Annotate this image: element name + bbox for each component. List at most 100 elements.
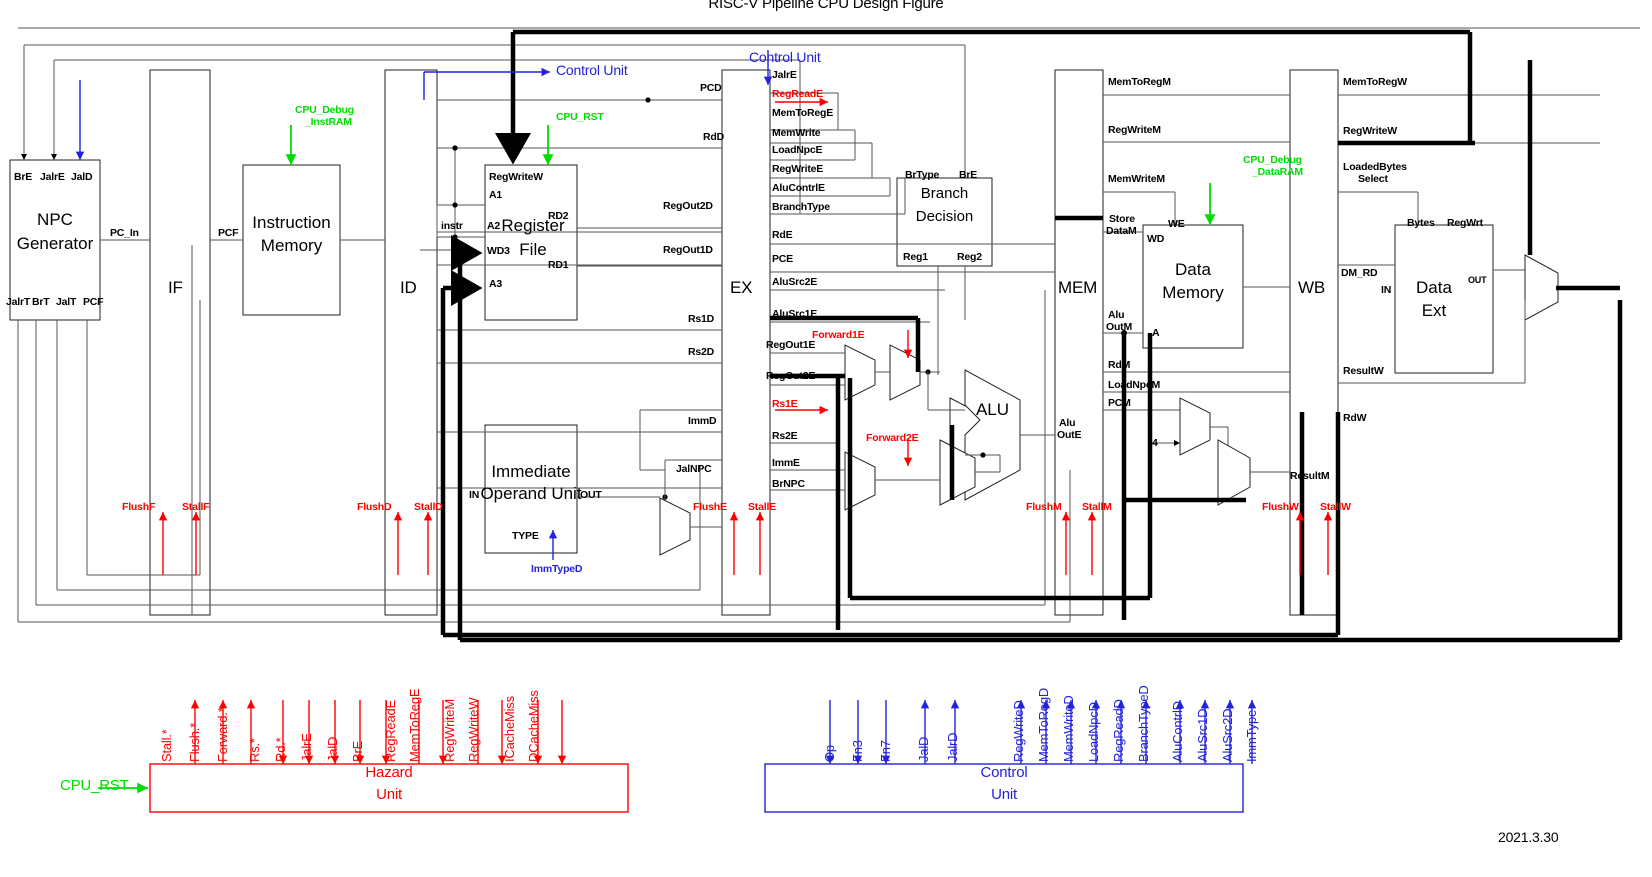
port-imm-in: IN: [469, 489, 480, 501]
hazard-in-regreade: RegReadE: [383, 700, 398, 762]
cpu-rst-hazard: CPU_RST: [60, 777, 129, 794]
signal-forward2e: Forward2E: [866, 432, 919, 444]
control-out-jald: JalD: [916, 736, 931, 762]
bus-rde: RdE: [772, 229, 793, 241]
data-ext-line1: Data: [1416, 278, 1452, 297]
port-bre: BrE: [14, 171, 33, 183]
bus-pcm: PCM: [1108, 397, 1131, 409]
bus-regwritew: RegWriteW: [1343, 125, 1398, 137]
hazard-out-forward: Forward.*: [215, 707, 230, 762]
port-we: WE: [1168, 218, 1185, 230]
data-memory-line2: Memory: [1162, 283, 1224, 302]
port-regwritew-rf: RegWriteW: [489, 171, 544, 183]
control-unit-line1: Control: [980, 764, 1028, 781]
signal-immtyped: ImmTypeD: [531, 563, 583, 575]
instruction-memory-line2: Memory: [260, 236, 323, 255]
hazard-unit-line2: Unit: [376, 786, 402, 803]
bus-memtoregm: MemToRegM: [1108, 76, 1171, 88]
control-unit-line2: Unit: [991, 786, 1017, 803]
control-in-fn3: Fn3: [850, 740, 865, 762]
port-jalrt: JalrT: [6, 296, 31, 308]
branch-decision-line2: Decision: [915, 208, 974, 225]
port-out-dataext: OUT: [1468, 275, 1487, 285]
control-out-memtoregd: MemToRegD: [1036, 687, 1051, 762]
signal-flushf: FlushF: [122, 501, 156, 513]
hazard-in-regwritew: RegWriteW: [466, 697, 481, 762]
bus-regout1d: RegOut1D: [663, 244, 713, 256]
port-brtype: BrType: [905, 169, 940, 181]
bus-pcd: PCD: [700, 82, 722, 94]
signal-stalld: StallD: [414, 501, 443, 513]
control-out-immtype: ImmType: [1244, 709, 1259, 762]
port-reg1: Reg1: [903, 251, 928, 263]
hazard-in-bre: BrE: [350, 740, 365, 762]
instruction-memory-line1: Instruction: [252, 213, 331, 232]
control-out-regwrited: RegWriteD: [1011, 700, 1026, 762]
port-rd2: RD2: [548, 210, 569, 222]
bus-regout1e: RegOut1E: [766, 339, 816, 351]
bus-rdm: RdM: [1108, 359, 1131, 371]
bus-memtorege: MemToRegE: [772, 107, 834, 119]
cpu-rst-regfile: CPU_RST: [556, 111, 604, 123]
bus-rs2e: Rs2E: [772, 430, 798, 442]
control-unit-link-ex[interactable]: Control Unit: [749, 49, 821, 66]
bus-rs1d: Rs1D: [688, 313, 715, 325]
bus-dm-rd: DM_RD: [1341, 267, 1378, 279]
control-out-jalrd: JalrD: [945, 732, 960, 762]
port-a1: A1: [489, 189, 503, 201]
control-out-memwrited: MemWriteD: [1061, 695, 1076, 762]
hazard-in-icachemiss: ICacheMiss: [502, 696, 517, 762]
stage-label-mem: MEM: [1058, 278, 1098, 297]
bus-aluoutm-line1: Alu: [1108, 309, 1125, 321]
cpu-debug-instram-line1: CPU_Debug: [295, 104, 354, 116]
hazard-unit-line1: Hazard: [365, 764, 413, 781]
signal-stallw: StallW: [1320, 501, 1351, 513]
bus-regout2e: RegOut2E: [766, 370, 816, 382]
hazard-in-rs: Rs.*: [247, 738, 262, 762]
port-jalt: JalT: [56, 296, 77, 308]
port-regwrt: RegWrt: [1447, 217, 1483, 229]
bus-rs2d: Rs2D: [688, 346, 715, 358]
bus-regwritee: RegWriteE: [772, 163, 824, 175]
bus-alucontrle: AluContrlE: [772, 182, 825, 194]
port-instr: instr: [441, 220, 463, 232]
bus-memtoregw: MemToRegW: [1343, 76, 1407, 88]
bus-resultm: ResultM: [1290, 470, 1330, 482]
bus-loadedbytes-line2: Select: [1358, 173, 1388, 185]
stage-label-wb: WB: [1298, 278, 1325, 297]
bus-storedatam-line2: DataM: [1106, 225, 1137, 237]
signal-flushm: FlushM: [1026, 501, 1062, 513]
bus-aluoute-line1: Alu: [1059, 417, 1076, 429]
port-pc-in: PC_In: [110, 227, 139, 239]
control-in-op: Op: [822, 745, 837, 762]
cpu-debug-instram-line2: _InstRAM: [305, 116, 352, 128]
control-out-alusrc1d: AluSrc1D: [1195, 708, 1210, 762]
port-a-dmem: A: [1152, 327, 1160, 339]
npc-generator-line2: Generator: [16, 234, 94, 253]
signal-stalle: StallE: [748, 501, 776, 513]
hazard-in-jald: JalD: [325, 736, 340, 762]
stage-label-if: IF: [168, 278, 183, 297]
port-reg2: Reg2: [957, 251, 982, 263]
signal-regreade: RegReadE: [772, 88, 823, 100]
port-rd1: RD1: [548, 259, 569, 271]
bus-pce: PCE: [772, 253, 793, 265]
bus-regout2d: RegOut2D: [663, 200, 713, 212]
stage-label-id: ID: [400, 278, 417, 297]
data-ext-line2: Ext: [1421, 301, 1447, 320]
bus-rdw: RdW: [1343, 412, 1367, 424]
signal-flushw: FlushW: [1262, 501, 1299, 513]
signal-stallf: StallF: [182, 501, 210, 513]
control-out-alucontrld: AluContrlD: [1170, 701, 1185, 762]
control-unit-link-id[interactable]: Control Unit: [556, 62, 628, 79]
port-jald: JalD: [71, 171, 93, 183]
bus-loadnpcm: LoadNpcM: [1108, 379, 1161, 391]
bus-resultw: ResultW: [1343, 365, 1384, 377]
hazard-in-jalre: JalrE: [299, 733, 314, 762]
bus-rdd: RdD: [703, 131, 724, 143]
immediate-unit-line1: Immediate: [491, 462, 571, 481]
port-imm-type: TYPE: [512, 530, 539, 542]
hazard-in-dcachemiss: DCacheMiss: [526, 690, 541, 762]
bus-storedatam-line1: Store: [1109, 213, 1135, 225]
hazard-in-memtorege: MemToRegE: [407, 688, 422, 762]
